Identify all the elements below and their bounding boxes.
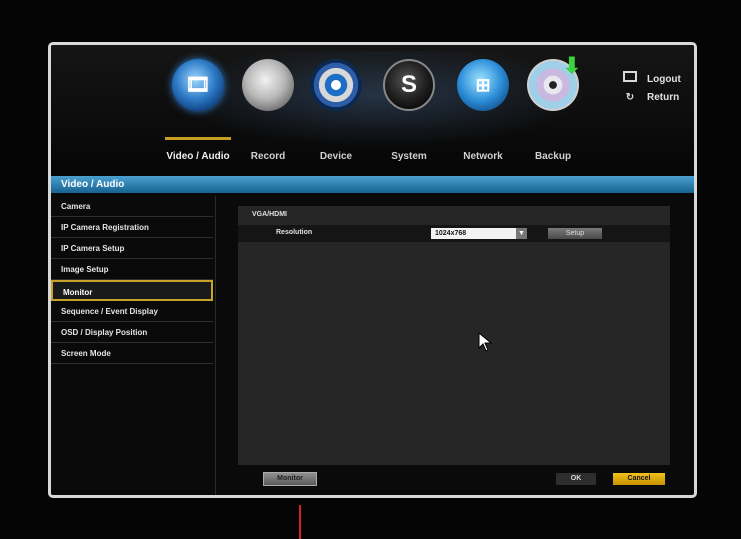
- sidebar-item-ip-camera-setup[interactable]: IP Camera Setup: [51, 238, 213, 259]
- menu-label: Network: [463, 151, 503, 162]
- menu-device[interactable]: Device: [301, 59, 371, 162]
- network-icon: ⊞: [457, 59, 509, 111]
- dvr-settings-window: 🎞 Video / Audio Record Device S System ⊞…: [48, 42, 697, 498]
- sidebar-item-sequence-event-display[interactable]: Sequence / Event Display: [51, 301, 213, 322]
- monitor-button[interactable]: Monitor: [263, 472, 317, 486]
- sidebar-item-camera[interactable]: Camera: [51, 196, 213, 217]
- menu-label: System: [391, 151, 427, 162]
- divider: [215, 196, 216, 495]
- menu-record[interactable]: Record: [233, 59, 303, 162]
- menu-system[interactable]: S System: [374, 59, 444, 162]
- menu-network[interactable]: ⊞ Network: [448, 59, 518, 162]
- group-title: VGA/HDMI: [252, 211, 287, 218]
- return-icon: ↻: [625, 92, 635, 103]
- sidebar: Camera IP Camera Registration IP Camera …: [51, 196, 213, 495]
- logout-link[interactable]: Logout: [623, 71, 681, 89]
- download-arrow-icon: ⬇: [562, 53, 581, 78]
- menu-label: Device: [319, 151, 353, 162]
- return-link[interactable]: ↻ Return: [623, 89, 681, 107]
- system-icon: S: [383, 59, 435, 111]
- record-icon: [242, 59, 294, 111]
- backup-icon: ⬇: [527, 53, 581, 111]
- section-title: Video / Audio: [51, 176, 694, 193]
- menu-label: Record: [250, 151, 286, 162]
- menu-video-audio[interactable]: 🎞 Video / Audio: [163, 59, 233, 162]
- setup-button[interactable]: Setup: [548, 228, 602, 239]
- chevron-down-icon: ▼: [516, 228, 527, 239]
- sidebar-item-ip-camera-registration[interactable]: IP Camera Registration: [51, 217, 213, 238]
- monitor-settings-panel: VGA/HDMI Resolution 1024x768 ▼ Setup: [238, 206, 670, 465]
- mouse-pointer-icon: [478, 332, 492, 352]
- video-audio-icon: 🎞: [172, 59, 224, 111]
- resolution-label: Resolution: [276, 229, 313, 236]
- top-menu-bar: 🎞 Video / Audio Record Device S System ⊞…: [51, 45, 694, 180]
- sidebar-item-screen-mode[interactable]: Screen Mode: [51, 343, 213, 364]
- annotation-line: [299, 505, 301, 539]
- device-icon: [310, 59, 362, 111]
- sidebar-item-image-setup[interactable]: Image Setup: [51, 259, 213, 280]
- sidebar-item-monitor[interactable]: Monitor: [51, 280, 213, 301]
- menu-backup[interactable]: ⬇ Backup: [518, 53, 588, 162]
- logout-icon: [623, 71, 637, 89]
- cancel-button[interactable]: Cancel: [613, 473, 665, 485]
- resolution-row: Resolution 1024x768 ▼ Setup: [238, 225, 670, 242]
- menu-label: Video / Audio: [166, 151, 230, 162]
- menu-label: Backup: [534, 151, 572, 162]
- ok-button[interactable]: OK: [556, 473, 596, 485]
- sidebar-item-osd-display-position[interactable]: OSD / Display Position: [51, 322, 213, 343]
- resolution-select[interactable]: 1024x768 ▼: [431, 228, 527, 239]
- top-links: Logout ↻ Return: [623, 71, 681, 107]
